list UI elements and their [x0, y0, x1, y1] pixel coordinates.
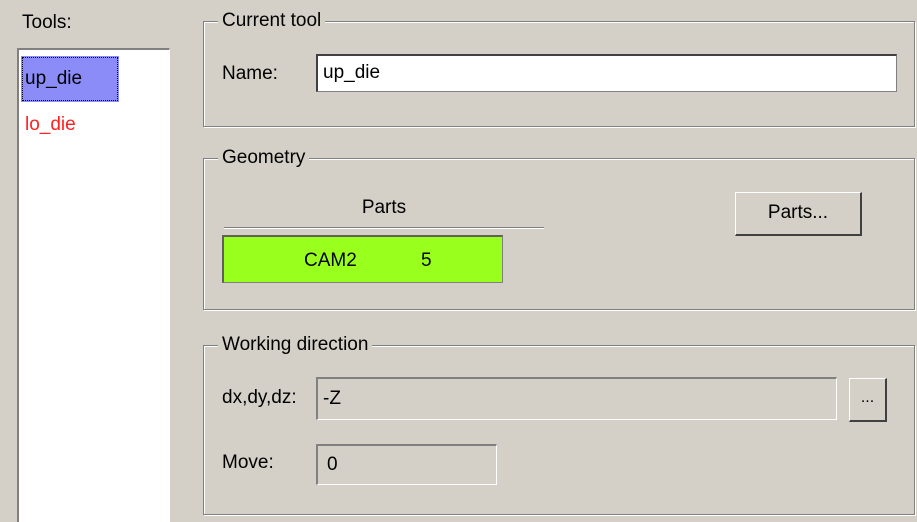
move-field[interactable]: 0	[316, 444, 497, 485]
tool-item-up-die[interactable]: up_die	[21, 56, 119, 102]
move-label: Move:	[222, 452, 274, 473]
parts-row[interactable]: CAM2 5	[222, 235, 503, 283]
name-label: Name:	[222, 63, 278, 84]
working-direction-group: Working direction	[203, 333, 915, 515]
dxdydz-field[interactable]: -Z	[316, 377, 837, 420]
part-count: 5	[421, 250, 432, 271]
tools-list[interactable]: up_die lo_die	[17, 48, 170, 522]
part-name: CAM2	[304, 250, 357, 271]
tools-label: Tools:	[22, 12, 72, 33]
geometry-title: Geometry	[218, 146, 310, 170]
parts-column-header: Parts	[361, 197, 407, 218]
working-direction-title: Working direction	[218, 333, 373, 357]
parts-header-divider	[224, 227, 544, 229]
parts-button[interactable]: Parts...	[735, 192, 862, 236]
dxdydz-label: dx,dy,dz:	[222, 387, 297, 408]
name-field[interactable]: up_die	[316, 54, 897, 92]
browse-direction-button[interactable]: ...	[849, 378, 887, 422]
current-tool-title: Current tool	[218, 9, 326, 33]
tool-item-lo-die[interactable]: lo_die	[21, 110, 119, 140]
